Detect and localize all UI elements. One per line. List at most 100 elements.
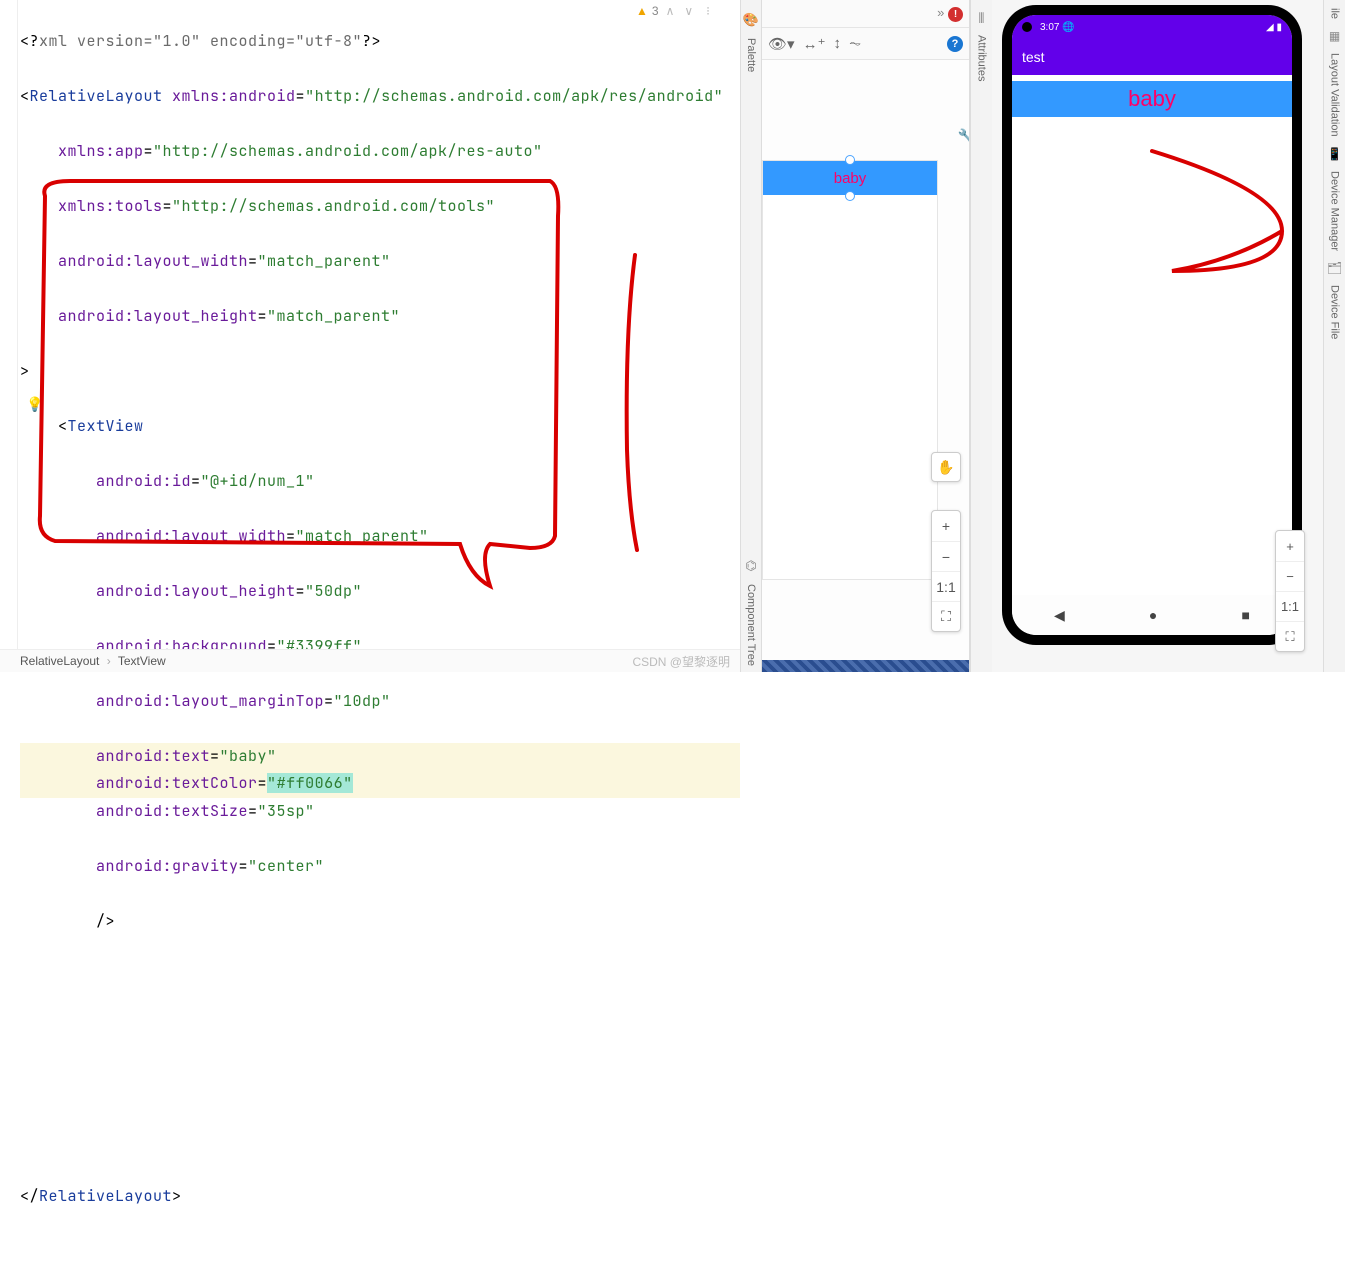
design-zoom-controls: + − 1:1 ⛶ bbox=[931, 510, 961, 632]
emulator-zoom-controls: + − 1:1 ⛶ bbox=[1275, 530, 1305, 652]
xmlns-tools-key: xmlns:tools bbox=[58, 196, 163, 216]
xml-decl-close: ?> bbox=[362, 31, 381, 51]
status-time: 3:07 bbox=[1040, 22, 1059, 33]
mini-device-frame[interactable]: baby bbox=[762, 160, 938, 580]
component-tree-tab[interactable]: Component Tree bbox=[745, 578, 757, 672]
device-manager-icon[interactable]: 📱 bbox=[1327, 145, 1342, 163]
phone-body: baby bbox=[1012, 81, 1292, 601]
inspection-badge[interactable]: ▲ 3 ∧ ∨ ⁝ bbox=[636, 4, 710, 18]
component-tree-icon[interactable]: ⌬ bbox=[745, 554, 756, 578]
chevron-right-icon: › bbox=[103, 654, 115, 668]
zoom-out-button[interactable]: − bbox=[932, 541, 960, 571]
design-top-toolbar: » ! bbox=[762, 0, 969, 28]
attributes-tab-strip: ⫴ Attributes bbox=[970, 0, 992, 672]
phone-screen[interactable]: 3:07 🌐 ◢ ▮ test baby ◀ ● bbox=[1012, 15, 1292, 635]
design-canvas[interactable]: 🔧 baby ✋ + − 1:1 ⛶ bbox=[762, 60, 969, 672]
intention-bulb-icon[interactable]: 💡 bbox=[26, 396, 43, 413]
root-close-tag: RelativeLayout bbox=[39, 1186, 172, 1206]
zoom-fit-button[interactable]: ⛶ bbox=[932, 601, 960, 631]
xmlns-tools-val: "http://schemas.android.com/tools" bbox=[172, 196, 495, 216]
code-editor-panel[interactable]: ▲ 3 ∧ ∨ ⁝ <?xml version="1.0" encoding="… bbox=[0, 0, 740, 672]
pan-up-down-icon[interactable]: ↕ bbox=[834, 35, 842, 52]
right-tool-strip: ile ▦ Layout Validation 📱 Device Manager… bbox=[1323, 0, 1345, 672]
magnet-off-icon[interactable]: ⏦ bbox=[849, 35, 861, 52]
status-signal: ◢ ▮ bbox=[1266, 22, 1282, 33]
status-bar: 3:07 🌐 ◢ ▮ bbox=[1012, 15, 1292, 39]
layout-width-val: "match_parent" bbox=[258, 251, 391, 271]
phone-banner[interactable]: baby bbox=[1012, 81, 1292, 117]
xmlns-android-val: "http://schemas.android.com/apk/res/andr… bbox=[305, 86, 723, 106]
layout-validation-icon[interactable]: ▦ bbox=[1329, 27, 1340, 45]
tv-textcolor-key: android:textColor bbox=[96, 773, 258, 793]
hand-icon: ✋ bbox=[932, 453, 960, 481]
q: " bbox=[267, 773, 277, 793]
warning-icon: ▲ bbox=[636, 4, 648, 18]
watermark-text: CSDN @望黎逐明 bbox=[632, 653, 730, 670]
selection-handle[interactable] bbox=[845, 155, 855, 165]
emu-zoom-in-button[interactable]: + bbox=[1276, 531, 1304, 561]
zoom-in-button[interactable]: + bbox=[932, 511, 960, 541]
breadcrumb-root[interactable]: RelativeLayout bbox=[20, 654, 99, 668]
xmlns-app-key: xmlns:app bbox=[58, 141, 144, 161]
xml-decl-open: <? bbox=[20, 31, 39, 51]
emulator-panel: 3:07 🌐 ◢ ▮ test baby ◀ ● bbox=[992, 0, 1323, 672]
next-highlight-icon[interactable]: ∨ bbox=[681, 4, 696, 18]
zoom-1-1-button[interactable]: 1:1 bbox=[932, 571, 960, 601]
view-options-icon[interactable]: 👁▾ bbox=[768, 35, 795, 53]
design-preview-panel: » ! 👁▾ ↔⁺ ↕ ⏦ ? 🔧 baby ✋ + bbox=[762, 0, 970, 672]
more-icon[interactable]: » bbox=[937, 5, 944, 20]
mini-banner[interactable]: baby bbox=[763, 161, 937, 195]
main-layout: ▲ 3 ∧ ∨ ⁝ <?xml version="1.0" encoding="… bbox=[0, 0, 1345, 672]
nav-recent-button[interactable]: ■ bbox=[1241, 607, 1249, 623]
nav-home-button[interactable]: ● bbox=[1149, 607, 1157, 623]
xmlns-app-val: "http://schemas.android.com/apk/res-auto… bbox=[153, 141, 543, 161]
breadcrumb-bar[interactable]: RelativeLayout › TextView CSDN @望黎逐明 bbox=[0, 649, 740, 672]
phone-banner-text: baby bbox=[1128, 86, 1176, 112]
inspection-settings-icon[interactable]: ⁝ bbox=[700, 4, 710, 18]
pan-left-right-icon[interactable]: ↔⁺ bbox=[803, 35, 826, 53]
q: " bbox=[343, 773, 353, 793]
palette-icon[interactable]: 🎨 bbox=[743, 8, 759, 32]
textview-tag: TextView bbox=[68, 416, 144, 436]
xmlns-android-key: xmlns:android bbox=[163, 86, 296, 106]
tv-mt-val: "10dp" bbox=[334, 691, 391, 711]
right-tab-device-file[interactable]: Device File bbox=[1329, 283, 1341, 341]
right-tab-layout-validation[interactable]: Layout Validation bbox=[1329, 51, 1341, 139]
device-file-icon[interactable]: 🗂 bbox=[1327, 259, 1342, 277]
sliders-icon[interactable]: ⫴ bbox=[979, 8, 985, 29]
error-badge-icon[interactable]: ! bbox=[948, 7, 963, 22]
tv-text-key: android:text bbox=[96, 746, 210, 766]
gt: > bbox=[172, 1186, 182, 1206]
right-tab-device-manager[interactable]: Device Manager bbox=[1329, 169, 1341, 253]
tv-textcolor-val: #ff0066 bbox=[277, 773, 344, 793]
annotation-red-arrow bbox=[1132, 141, 1292, 301]
prev-highlight-icon[interactable]: ∧ bbox=[663, 4, 678, 18]
code-area[interactable]: <?xml version="1.0" encoding="utf-8"?> <… bbox=[0, 0, 740, 1265]
pan-tool-button[interactable]: ✋ bbox=[931, 452, 961, 482]
right-tab-ile[interactable]: ile bbox=[1329, 6, 1341, 21]
layout-height-val: "match_parent" bbox=[267, 306, 400, 326]
tv-lw-val: "match_parent" bbox=[296, 526, 429, 546]
tv-mt-key: android:layout_marginTop bbox=[96, 691, 324, 711]
tv-close: /> bbox=[96, 911, 115, 931]
lt-slash: </ bbox=[20, 1186, 39, 1206]
palette-tab[interactable]: Palette bbox=[745, 32, 757, 78]
tv-gravity-key: android:gravity bbox=[96, 856, 239, 876]
emu-zoom-out-button[interactable]: − bbox=[1276, 561, 1304, 591]
blueprint-strip bbox=[762, 660, 969, 672]
emu-zoom-fit-button[interactable]: ⛶ bbox=[1276, 621, 1304, 651]
wrench-icon[interactable]: 🔧 bbox=[958, 128, 969, 145]
nav-back-button[interactable]: ◀ bbox=[1054, 607, 1065, 624]
xml-decl-attrs: version="1.0" encoding="utf-8" bbox=[68, 31, 363, 51]
emu-zoom-1-1-button[interactable]: 1:1 bbox=[1276, 591, 1304, 621]
attributes-tab[interactable]: Attributes bbox=[976, 29, 988, 87]
tv-gravity-val: "center" bbox=[248, 856, 324, 876]
breadcrumb-child[interactable]: TextView bbox=[118, 654, 166, 668]
android-nav-bar: ◀ ● ■ bbox=[1012, 595, 1292, 635]
help-icon[interactable]: ? bbox=[947, 36, 963, 52]
lt: < bbox=[20, 86, 30, 106]
mini-banner-text: baby bbox=[834, 170, 867, 187]
tv-lh-val: "50dp" bbox=[305, 581, 362, 601]
selection-handle[interactable] bbox=[845, 191, 855, 201]
camera-hole-icon bbox=[1022, 22, 1032, 32]
